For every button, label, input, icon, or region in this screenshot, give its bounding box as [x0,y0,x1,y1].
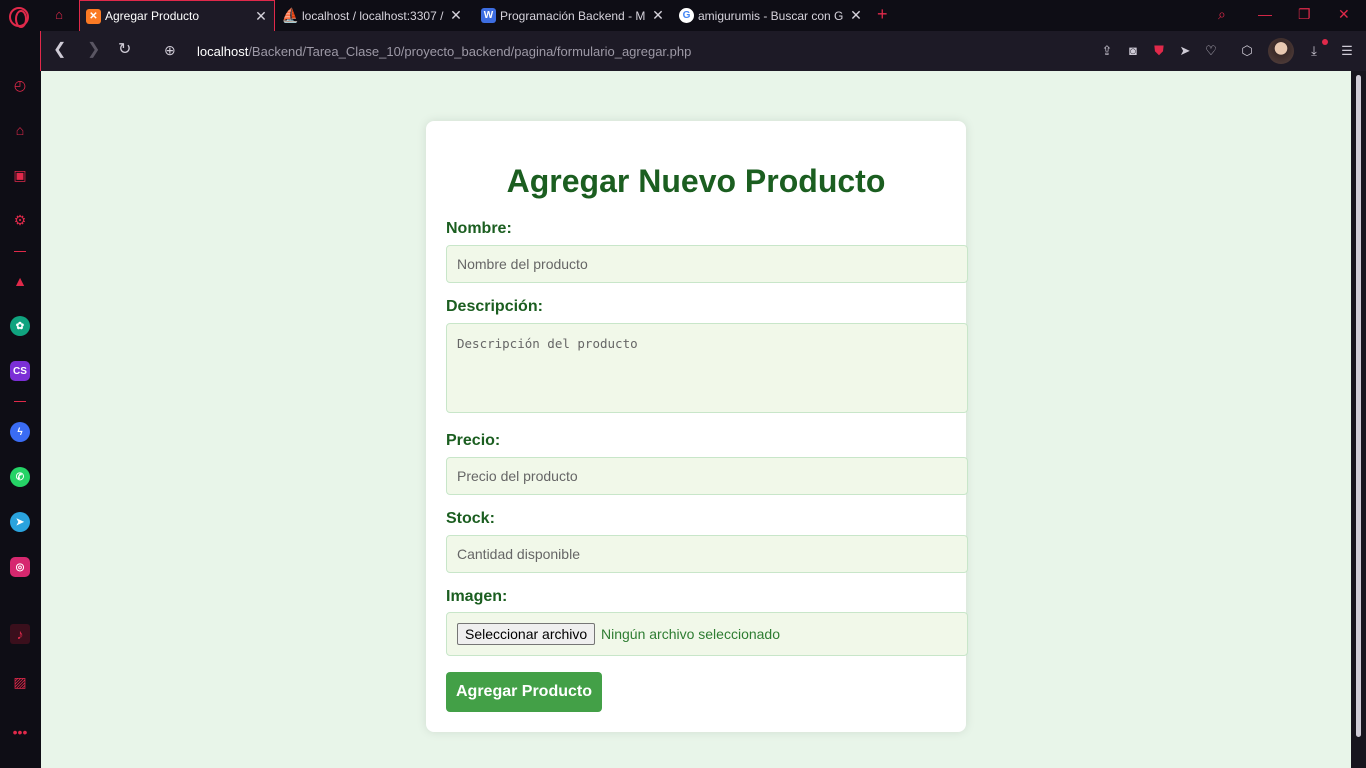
share-icon[interactable]: ⇪ [1099,43,1115,59]
tab-title: Agregar Producto [105,9,200,23]
nombre-label: Nombre: [446,220,512,237]
profile-avatar[interactable] [1268,38,1294,64]
downloads-badge [1322,39,1328,45]
page-viewport: Agregar Nuevo Producto Nombre: Descripci… [41,71,1351,768]
twitch-icon[interactable]: ▣ [10,165,30,185]
moodle-icon: W [481,8,496,23]
whatsapp-icon[interactable]: ✆ [10,467,30,487]
tab-title: Programación Backend - M [500,8,646,23]
chatgpt-icon[interactable]: ✿ [10,316,30,336]
back-button[interactable]: ❮ [53,41,66,59]
url-path: /Backend/Tarea_Clase_10/proyecto_backend… [248,44,692,59]
sidebar-divider [14,401,26,402]
url-field[interactable]: localhost/Backend/Tarea_Clase_10/proyect… [197,44,691,59]
imagen-file-input: Seleccionar archivo Ningún archivo selec… [446,612,968,656]
descripcion-textarea[interactable] [446,323,968,413]
stock-input[interactable] [446,535,968,573]
reload-button[interactable]: ↻ [118,41,131,59]
adblock-shield-icon[interactable]: ⛊ [1151,43,1167,59]
tab-google-search[interactable]: G amigurumis - Buscar con G ✕ [679,0,869,31]
add-product-form: Agregar Nuevo Producto Nombre: Descripci… [426,121,968,732]
gx-corner-icon[interactable]: ⌂ [51,8,67,22]
tab-programacion-backend[interactable]: W Programación Backend - M ✕ [481,0,671,31]
restore-button[interactable]: ❐ [1298,6,1311,23]
send-icon[interactable]: ➤ [1177,43,1193,59]
gallery-icon[interactable]: ▨ [10,672,30,692]
address-bar: ❮ ❯ ↻ ⊕ localhost/Backend/Tarea_Clase_10… [40,31,1366,71]
forward-button[interactable]: ❯ [87,41,100,59]
more-icon[interactable]: ••• [10,722,30,742]
nombre-input[interactable] [446,245,968,283]
file-status-text: Ningún archivo seleccionado [601,626,780,642]
sidebar-divider [14,251,26,252]
music-player-icon[interactable]: ♪ [10,624,30,644]
search-tabs-icon[interactable]: ⌕ [1218,6,1226,23]
minimize-button[interactable]: — [1258,6,1272,22]
cs-icon[interactable]: CS [10,361,30,381]
gx-control-icon[interactable]: ⚙ [10,210,30,230]
stock-label: Stock: [446,510,495,527]
aria-icon[interactable]: ▲ [10,271,30,291]
close-tab-icon[interactable]: ✕ [849,7,863,24]
phpmyadmin-icon: ⛵ [283,7,300,23]
instagram-icon[interactable]: ◎ [10,557,30,577]
speed-dial-icon[interactable]: ◴ [10,75,30,95]
close-tab-icon[interactable]: ✕ [651,7,665,24]
scrollbar-thumb[interactable] [1356,75,1361,737]
new-tab-button[interactable]: + [877,4,888,25]
form-title: Agregar Nuevo Producto [506,163,886,199]
precio-input[interactable] [446,457,968,495]
messenger-icon[interactable]: ϟ [10,422,30,442]
url-host: localhost [197,44,249,59]
browser-window: ⌂ ✕ Agregar Producto ✕ ⛵ localhost / loc… [0,0,1366,768]
snapshot-icon[interactable]: ◙ [1125,43,1141,59]
close-tab-icon[interactable]: ✕ [254,8,268,25]
precio-label: Precio: [446,432,501,449]
extensions-cube-icon[interactable]: ⬡ [1239,43,1255,59]
tab-title: amigurumis - Buscar con G [698,8,844,23]
close-tab-icon[interactable]: ✕ [449,7,463,24]
add-product-button[interactable]: Agregar Producto [446,672,602,712]
opera-logo-icon[interactable] [9,7,29,28]
select-file-button[interactable]: Seleccionar archivo [457,623,596,645]
downloads-icon[interactable]: ⤓ [1306,43,1322,59]
tab-title: localhost / localhost:3307 / [302,8,444,23]
imagen-label: Imagen: [446,588,508,605]
bookmark-heart-icon[interactable]: ♡ [1203,43,1219,59]
tab-agregar-producto[interactable]: ✕ Agregar Producto ✕ [79,0,275,31]
xampp-icon: ✕ [86,8,101,24]
descripcion-label: Descripción: [446,298,543,315]
tab-phpmyadmin[interactable]: ⛵ localhost / localhost:3307 / ✕ [283,0,469,31]
page-scrollbar[interactable] [1351,71,1366,768]
tab-strip: ⌂ ✕ Agregar Producto ✕ ⛵ localhost / loc… [0,0,1366,31]
close-window-button[interactable]: ✕ [1338,6,1350,23]
google-icon: G [679,8,694,23]
sidebar: ◴ ⌂ ▣ ⚙ ▲ ✿ CS ϟ ✆ ➤ ◎ ♪ ▨ ••• [0,71,40,768]
telegram-icon[interactable]: ➤ [10,512,30,532]
easy-setup-icon[interactable]: ☰ [1339,43,1355,59]
site-info-icon[interactable]: ⊕ [164,41,176,59]
bag-icon[interactable]: ⌂ [10,120,30,140]
